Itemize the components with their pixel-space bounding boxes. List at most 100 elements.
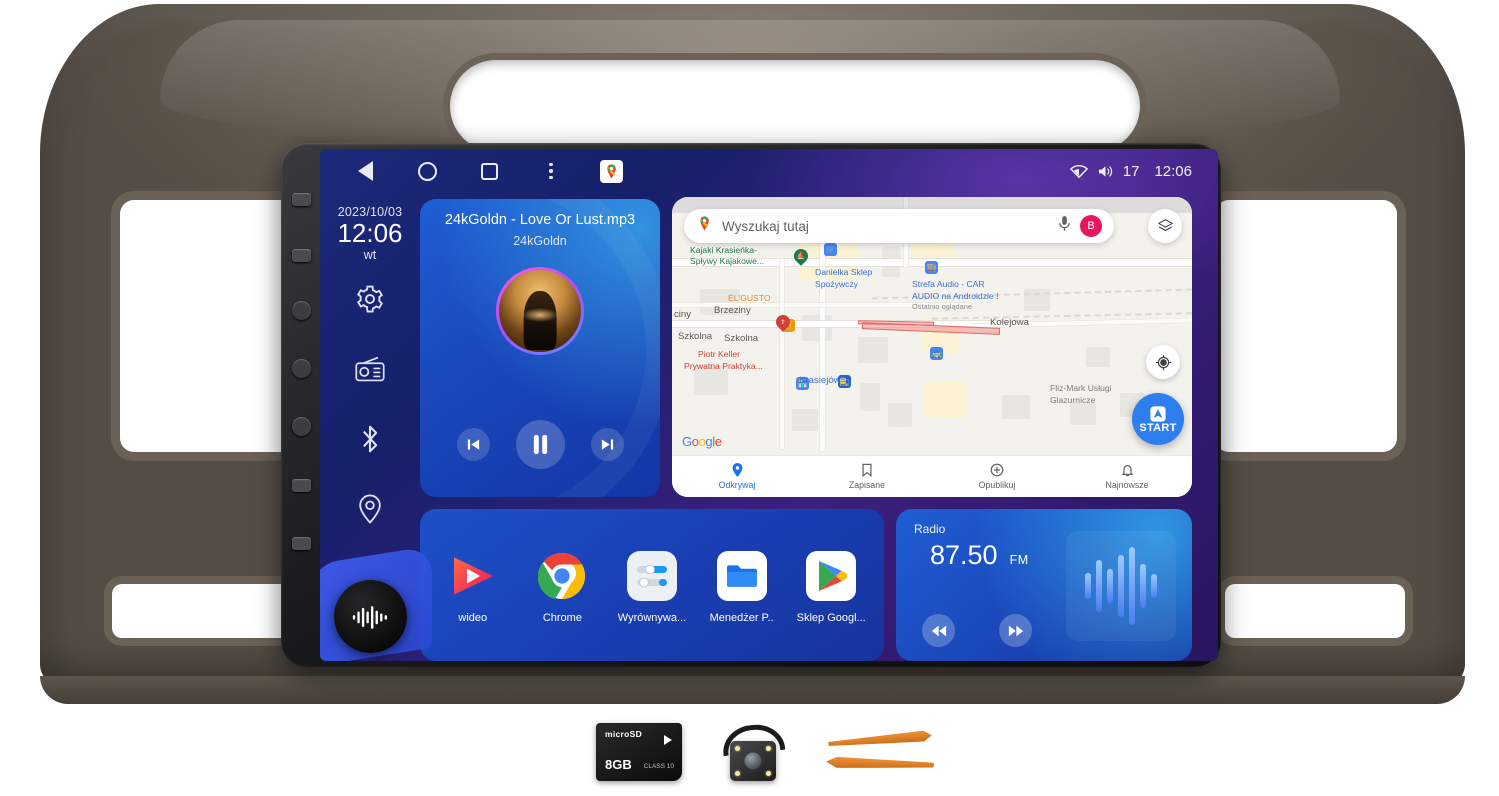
hardware-button-back[interactable] — [292, 417, 311, 436]
map-tab-odkrywaj[interactable]: Odkrywaj — [672, 463, 802, 490]
map-poi-transit[interactable]: 🚌 — [930, 347, 943, 360]
map-street-5: Krasiejów — [799, 375, 841, 386]
file-manager-icon — [716, 550, 767, 601]
system-bar: 17 12:06 — [320, 149, 1218, 193]
next-track-icon[interactable] — [590, 428, 624, 461]
app-wideo[interactable]: wideo — [431, 551, 515, 624]
hardware-buttons[interactable] — [288, 189, 314, 609]
back-triangle-icon[interactable] — [352, 158, 378, 184]
hardware-button-1[interactable] — [292, 193, 311, 206]
screenshot-root: 17 12:06 2023/10/03 12:06 wt 24kGoldn - … — [0, 0, 1499, 796]
google-play-icon — [806, 550, 857, 601]
android-screen: 17 12:06 2023/10/03 12:06 wt 24kGoldn - … — [320, 149, 1218, 661]
status-clock: 12:06 — [1154, 162, 1192, 180]
map-label-9: Prywatna Praktyka... — [684, 361, 763, 371]
location-pin-icon[interactable] — [353, 492, 387, 526]
radio-frequency: 87.50 — [930, 540, 998, 570]
start-navigation-button[interactable]: START — [1132, 393, 1184, 445]
rail-date: 2023/10/03 — [337, 205, 403, 219]
radio-band: FM — [1009, 553, 1029, 567]
voice-assistant-button[interactable] — [334, 580, 407, 653]
map-street-4: Kolejowa — [990, 317, 1029, 328]
microsd-brand: microSD — [605, 729, 643, 739]
music-controls — [420, 420, 660, 469]
hardware-button-6[interactable] — [292, 537, 311, 550]
backup-camera — [716, 721, 790, 783]
wifi-icon — [1069, 164, 1088, 179]
bluetooth-icon[interactable] — [353, 422, 387, 456]
map-tab-label: Odkrywaj — [718, 480, 756, 490]
music-widget[interactable]: 24kGoldn - Love Or Lust.mp3 24kGoldn — [420, 199, 660, 497]
hardware-button-4[interactable] — [292, 359, 311, 378]
video-player-icon — [448, 551, 498, 601]
app-label: Menedżer P.. — [709, 611, 774, 624]
app-google-play[interactable]: Sklep Googl... — [789, 550, 873, 624]
home-circle-icon[interactable] — [414, 158, 440, 184]
microphone-icon[interactable] — [1058, 215, 1071, 237]
map-tab-label: Opublikuj — [978, 480, 1016, 490]
app-chrome[interactable]: Chrome — [520, 551, 604, 624]
map-label-1: Spływy Kajakowe... — [690, 256, 765, 266]
google-watermark: Google — [682, 434, 722, 449]
map-tab-opublikuj[interactable]: Opublikuj — [932, 463, 1062, 490]
air-vent-left — [120, 200, 302, 452]
head-unit: 17 12:06 2023/10/03 12:06 wt 24kGoldn - … — [281, 143, 1221, 667]
map-widget[interactable]: ⛵ 🛒 🍴 🏪 🏬 🚌 ⚕ 🚉 Kajaki Krasieńka- Spływy… — [672, 197, 1192, 497]
air-vent-right — [1215, 200, 1397, 452]
map-street-1: Brzeziny — [714, 305, 751, 316]
map-label-8: Piotr Keller — [698, 349, 741, 359]
pause-icon[interactable] — [515, 420, 565, 469]
map-search-placeholder[interactable]: Wyszukaj tutaj — [722, 219, 1049, 234]
google-maps-pin-icon — [696, 215, 713, 237]
app-equalizer[interactable]: Wyrównywa... — [610, 550, 694, 624]
hardware-button-2[interactable] — [292, 249, 311, 262]
app-label: Sklep Googl... — [796, 611, 866, 624]
recents-square-icon[interactable] — [476, 158, 502, 184]
my-location-icon[interactable] — [1146, 345, 1180, 379]
app-label: Wyrównywa... — [617, 611, 687, 624]
hardware-button-5[interactable] — [292, 479, 311, 492]
overflow-menu-icon[interactable] — [538, 158, 564, 184]
map-tab-zapisane[interactable]: Zapisane — [802, 463, 932, 490]
map-label-4: Strefa Audio - CAR — [912, 279, 985, 289]
map-label-3: Spożywczy — [815, 279, 858, 289]
map-pin-red[interactable]: ⚕ — [773, 312, 793, 333]
microsd-class: CLASS 10 — [643, 763, 674, 770]
map-bottom-tabs: Odkrywaj Zapisane Opublikuj Najnowsze — [672, 455, 1192, 497]
app-label: Chrome — [542, 611, 582, 624]
accessories-row: microSD 8GB CLASS 10 — [596, 714, 936, 790]
previous-track-icon[interactable] — [456, 428, 490, 461]
map-tab-label: Zapisane — [848, 480, 886, 490]
map-label-0: Kajaki Krasieńka- — [690, 245, 757, 255]
map-pin-green[interactable]: ⛵ — [791, 246, 811, 267]
layers-icon[interactable] — [1148, 209, 1182, 243]
bell-icon — [1121, 465, 1133, 477]
radio-controls — [922, 614, 1032, 647]
radio-widget[interactable]: Radio 87.50 FM — [896, 509, 1192, 661]
gear-icon[interactable] — [353, 282, 387, 316]
map-poi-shop[interactable]: 🛒 — [824, 243, 837, 256]
hardware-button-3[interactable] — [292, 301, 311, 320]
avatar[interactable]: B — [1080, 215, 1102, 237]
fast-forward-icon[interactable] — [999, 614, 1032, 647]
google-maps-icon[interactable] — [600, 159, 623, 183]
dashboard-lower-lip — [40, 676, 1465, 704]
map-label-6: Ostatnio oglądane — [912, 302, 972, 311]
status-icons: 17 12:06 — [1069, 162, 1192, 180]
map-street-2: Szkolna — [678, 331, 713, 342]
audio-waveform-icon — [1066, 531, 1176, 641]
map-search-bar[interactable]: Wyszukaj tutaj B — [684, 209, 1114, 243]
map-label-11: Glazurnicze — [1050, 395, 1096, 405]
map-tab-najnowsze[interactable]: Najnowsze — [1062, 463, 1192, 490]
map-poi-blue[interactable]: 🏬 — [925, 261, 938, 274]
radio-icon[interactable] — [353, 352, 387, 386]
equalizer-icon — [626, 550, 677, 601]
app-file-manager[interactable]: Menedżer P.. — [700, 550, 784, 624]
rewind-icon[interactable] — [922, 614, 955, 647]
bookmark-icon — [862, 463, 872, 477]
app-dock: wideo Chrome Wyrównywa... Menedżer P.. S… — [420, 509, 884, 661]
track-artist: 24kGoldn — [513, 234, 567, 248]
rail-icons — [320, 282, 420, 526]
map-street-3: Szkolna — [724, 333, 759, 344]
left-rail: 2023/10/03 12:06 wt — [320, 193, 432, 661]
